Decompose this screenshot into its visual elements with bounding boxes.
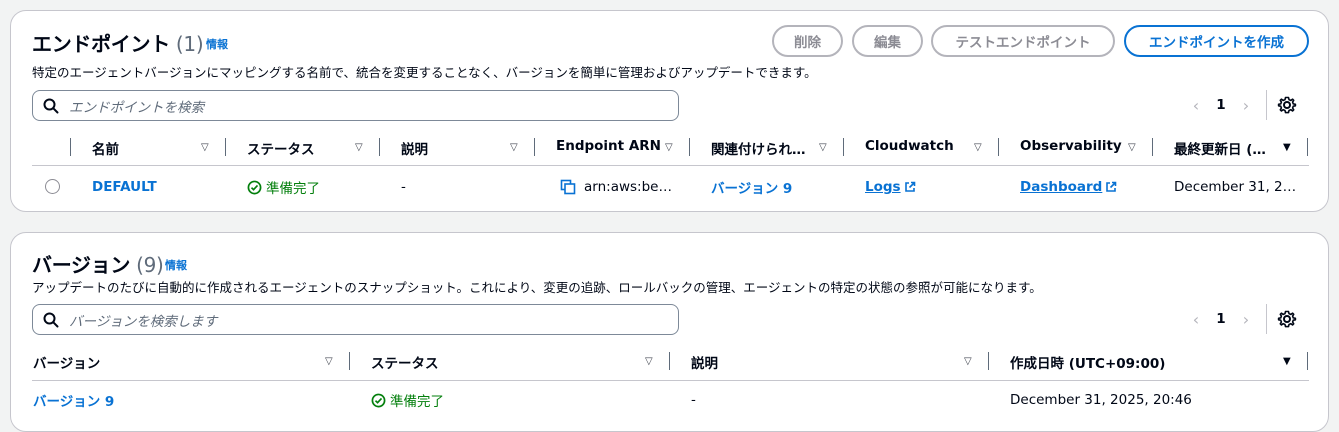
sort-icon[interactable]: ▽ [1128,142,1136,153]
current-page[interactable]: 1 [1206,97,1236,113]
delete-button[interactable]: 削除 [772,25,843,57]
column-header-associated-version[interactable]: 関連付けられ… [711,138,806,158]
column-divider [70,138,71,156]
column-divider [534,138,535,156]
logs-link[interactable]: Logs [865,179,901,195]
endpoints-search-placeholder: エンドポイントを検索 [69,99,204,116]
copy-icon[interactable] [560,179,576,195]
column-divider [1307,138,1308,156]
status-cell: 準備完了 [371,390,444,410]
observability-cell: Dashboard [1020,177,1117,197]
endpoints-pagination: ‹ 1 › [1186,90,1297,120]
versions-search-placeholder: バージョンを検索します [69,313,218,330]
check-circle-icon [371,393,386,407]
status-cell: 準備完了 [247,177,320,197]
row-select-radio[interactable] [45,179,60,194]
column-header-cloudwatch[interactable]: Cloudwatch [865,138,954,154]
column-divider [998,138,999,156]
sort-desc-icon[interactable]: ▼ [1283,356,1291,367]
prev-page-icon[interactable]: ‹ [1186,310,1206,329]
check-circle-icon [247,180,262,194]
version-link[interactable]: バージョン 9 [33,390,114,410]
column-divider [843,138,844,156]
next-page-icon[interactable]: › [1236,96,1256,115]
column-divider [225,138,226,156]
sort-icon[interactable]: ▽ [964,356,972,367]
column-header-created[interactable]: 作成日時 (UTC+09:00) [1010,352,1165,372]
search-icon [43,312,59,327]
sort-icon[interactable]: ▽ [325,356,333,367]
test-endpoint-button[interactable]: テストエンドポイント [931,25,1115,57]
sort-icon[interactable]: ▽ [645,356,653,367]
table-header-rule [32,380,1309,381]
gear-icon[interactable] [1277,95,1297,115]
dashboard-link[interactable]: Dashboard [1020,179,1102,195]
endpoints-title: エンドポイント (1) [32,28,204,57]
arn-cell: arn:aws:be… [560,177,672,197]
search-icon [43,98,59,113]
endpoints-info-link[interactable]: 情報 [206,36,228,52]
column-header-last-updated[interactable]: 最終更新日 (… [1174,138,1266,158]
edit-button[interactable]: 編集 [852,25,923,57]
column-divider [669,352,670,370]
versions-info-link[interactable]: 情報 [165,257,187,273]
status-text: 準備完了 [390,394,444,410]
description-cell: - [691,392,696,408]
sort-icon[interactable]: ▽ [355,142,363,153]
column-header-description[interactable]: 説明 [691,352,718,372]
create-endpoint-button[interactable]: エンドポイントを作成 [1124,25,1309,57]
versions-title-text: バージョン [32,253,131,277]
versions-search-input[interactable]: バージョンを検索します [32,304,679,335]
column-header-name[interactable]: 名前 [92,138,119,158]
column-divider [349,352,350,370]
cloudwatch-cell: Logs [865,177,916,197]
current-page[interactable]: 1 [1206,311,1236,327]
endpoint-name-link[interactable]: DEFAULT [92,177,157,197]
versions-description: アップデートのたびに自動的に作成されるエージェントのスナップショット。これにより… [32,280,1042,295]
endpoints-title-text: エンドポイント [32,32,170,56]
external-link-icon[interactable] [904,181,916,193]
column-divider [689,138,690,156]
external-link-icon[interactable] [1105,181,1117,193]
endpoints-search-input[interactable]: エンドポイントを検索 [32,90,679,121]
created-cell: December 31, 2025, 20:46 [1010,392,1192,408]
versions-panel: バージョン (9) 情報 アップデートのたびに自動的に作成されるエージェントのスナ… [10,232,1329,432]
column-header-version[interactable]: バージョン [33,352,100,372]
column-header-endpoint-arn[interactable]: Endpoint ARN [556,138,661,154]
column-divider [988,352,989,370]
endpoints-panel: エンドポイント (1) 情報 削除 編集 テストエンドポイント エンドポイントを作… [10,10,1329,212]
column-divider [379,138,380,156]
pager-divider [1266,90,1267,120]
versions-title: バージョン (9) [32,249,164,278]
table-header-rule [32,165,1309,166]
sort-icon[interactable]: ▽ [510,142,518,153]
sort-icon[interactable]: ▽ [974,142,982,153]
prev-page-icon[interactable]: ‹ [1186,96,1206,115]
last-updated-cell: December 31, 2… [1174,179,1297,195]
column-header-status[interactable]: ステータス [371,352,439,372]
description-cell: - [401,179,406,195]
sort-icon[interactable]: ▽ [201,142,209,153]
versions-pagination: ‹ 1 › [1186,304,1297,334]
version-link[interactable]: バージョン 9 [711,177,792,197]
next-page-icon[interactable]: › [1236,310,1256,329]
sort-icon[interactable]: ▽ [665,142,673,153]
gear-icon[interactable] [1277,309,1297,329]
column-header-status[interactable]: ステータス [247,138,315,158]
column-divider [1307,352,1308,370]
pager-divider [1266,304,1267,334]
sort-desc-icon[interactable]: ▼ [1283,142,1291,153]
endpoints-description: 特定のエージェントバージョンにマッピングする名前で、統合を変更することなく、バー… [32,65,817,80]
endpoints-count: (1) [175,32,204,56]
versions-count: (9) [136,253,164,277]
status-text: 準備完了 [266,181,320,197]
arn-text: arn:aws:be… [584,179,672,195]
column-divider [1152,138,1153,156]
column-header-description[interactable]: 説明 [401,138,428,158]
column-header-observability[interactable]: Observability [1020,138,1122,154]
sort-icon[interactable]: ▽ [819,142,827,153]
